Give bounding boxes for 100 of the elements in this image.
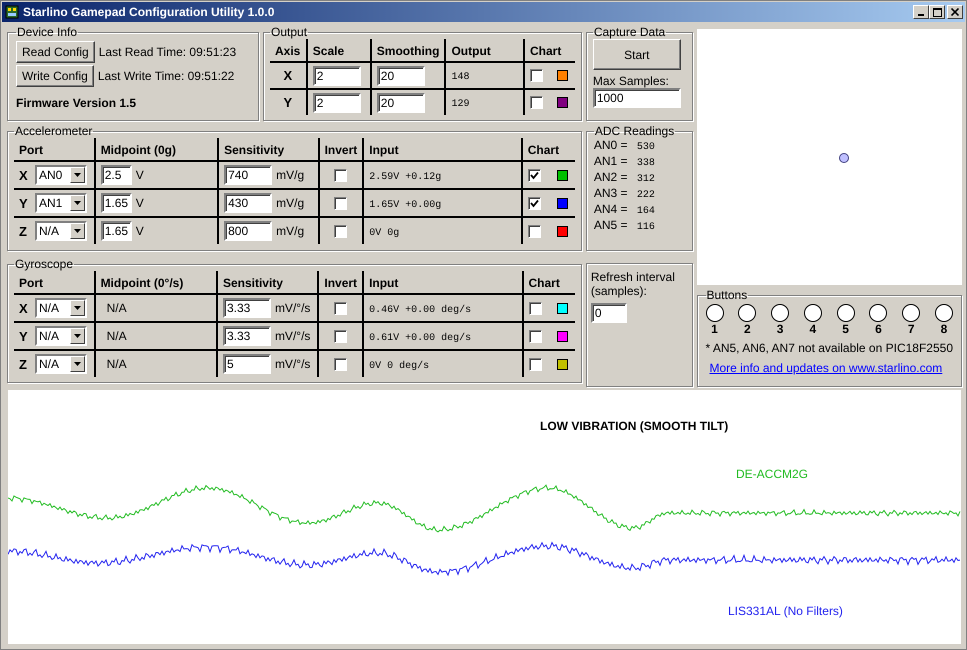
- input-reading: 0V 0 deg/s: [369, 360, 430, 372]
- midpoint-field[interactable]: 1.65: [100, 221, 132, 241]
- chart-checkbox[interactable]: [528, 168, 541, 182]
- axis-label: Y: [284, 95, 292, 110]
- sensitivity-field[interactable]: 740: [224, 165, 272, 185]
- close-icon: [951, 8, 959, 16]
- chart-checkbox[interactable]: [528, 302, 542, 314]
- button-number: 1: [711, 322, 718, 336]
- caret-icon: [74, 173, 81, 177]
- column-header: Chart: [528, 276, 560, 290]
- series-label: LIS331AL (No Filters): [728, 604, 843, 618]
- column-header: Port: [19, 143, 43, 157]
- write-time-label: Last Write Time: 09:51:22: [98, 69, 234, 83]
- midpoint-field[interactable]: 2.5: [100, 165, 132, 185]
- sensitivity-field[interactable]: 430: [224, 193, 272, 213]
- unit-label: V: [136, 224, 144, 238]
- sensitivity-field[interactable]: 5: [222, 354, 271, 374]
- availability-note: * AN5, AN6, AN7 not available on PIC18F2550: [706, 341, 953, 355]
- input-reading: 1.65V +0.00g: [369, 200, 442, 210]
- port-dropdown[interactable]: N/A: [35, 221, 87, 241]
- column-header: Input: [369, 143, 399, 157]
- minimize-button[interactable]: [913, 5, 929, 19]
- smoothing-field[interactable]: 20: [376, 92, 425, 112]
- adc-value: 338: [636, 158, 655, 169]
- chart-checkbox[interactable]: [528, 196, 541, 210]
- adc-value: 312: [636, 174, 655, 185]
- invert-checkbox[interactable]: [334, 197, 348, 210]
- firmware-version: Firmware Version 1.5: [16, 96, 138, 110]
- sensitivity-field[interactable]: 3.33: [222, 298, 271, 318]
- start-button[interactable]: Start: [592, 39, 681, 70]
- sensitivity-field[interactable]: 3.33: [222, 326, 271, 346]
- chart-checkbox[interactable]: [530, 69, 543, 82]
- invert-checkbox[interactable]: [334, 330, 348, 344]
- adc-label: AN3 =: [594, 186, 629, 200]
- adc-value: 164: [636, 206, 655, 217]
- chart-checkbox[interactable]: [528, 224, 541, 238]
- midpoint-label: N/A: [106, 329, 127, 343]
- column-header: Invert: [324, 143, 358, 157]
- output-value: 129: [451, 99, 470, 110]
- series-label: DE-ACCM2G: [736, 467, 808, 481]
- website-link[interactable]: More info and updates on www.starlino.com: [706, 361, 942, 375]
- midpoint-label: N/A: [106, 301, 127, 315]
- read-config-button[interactable]: Read Config: [16, 41, 95, 63]
- unit-label: mV/g: [276, 196, 304, 210]
- refresh-interval-field[interactable]: 0: [590, 303, 627, 323]
- button-number: 5: [842, 322, 849, 336]
- port-dropdown[interactable]: N/A: [35, 354, 87, 374]
- column-header: Invert: [324, 276, 358, 290]
- invert-checkbox[interactable]: [334, 169, 348, 182]
- write-config-button[interactable]: Write Config: [16, 65, 94, 87]
- position-dot: [838, 153, 848, 163]
- column-header: Smoothing: [376, 44, 440, 58]
- midpoint-field[interactable]: 1.65: [100, 193, 132, 213]
- unit-label: mV/°/s: [274, 329, 310, 343]
- button-number: 3: [776, 322, 784, 336]
- maximize-button[interactable]: [929, 5, 945, 19]
- button-number: 8: [940, 322, 948, 336]
- column-header: Midpoint (0°/s): [100, 276, 184, 290]
- adc-label: AN1 =: [594, 154, 629, 168]
- invert-checkbox[interactable]: [334, 302, 348, 316]
- adc-value: 530: [636, 142, 655, 153]
- button-number: 2: [744, 322, 751, 336]
- unit-label: mV/°/s: [274, 357, 310, 371]
- scale-field[interactable]: 2: [312, 66, 361, 86]
- caret-icon: [74, 334, 81, 338]
- column-header: Scale: [312, 44, 344, 58]
- adc-label: AN4 =: [594, 202, 629, 216]
- max-samples-label: Max Samples:: [592, 74, 670, 88]
- chart-checkbox[interactable]: [530, 96, 543, 109]
- caret-icon: [74, 306, 81, 310]
- port-dropdown[interactable]: AN0: [35, 165, 87, 185]
- sensitivity-field[interactable]: 800: [224, 221, 272, 241]
- adc-value: 222: [636, 190, 655, 201]
- smoothing-field[interactable]: 20: [376, 66, 425, 86]
- chart-checkbox[interactable]: [528, 358, 542, 370]
- port-dropdown[interactable]: AN1: [35, 193, 87, 213]
- close-button[interactable]: [947, 5, 963, 19]
- chart-checkbox[interactable]: [528, 330, 542, 342]
- adc-value: 116: [636, 222, 655, 233]
- axis-label: X: [19, 300, 29, 316]
- adc-label: AN2 =: [594, 170, 629, 184]
- group-title: Capture Data: [592, 25, 666, 39]
- group-title: ADC Readings: [594, 124, 676, 138]
- adc-label: AN0 =: [594, 138, 629, 152]
- invert-checkbox[interactable]: [334, 358, 348, 372]
- port-dropdown[interactable]: N/A: [35, 298, 87, 318]
- max-samples-field[interactable]: 1000: [592, 88, 681, 108]
- caret-icon: [74, 362, 81, 366]
- column-header: Input: [369, 276, 398, 290]
- caret-icon: [74, 201, 81, 205]
- column-header: Chart: [530, 44, 562, 58]
- group-title: Output: [270, 25, 308, 39]
- invert-checkbox[interactable]: [334, 225, 348, 238]
- scale-field[interactable]: 2: [312, 92, 361, 112]
- button-number: 6: [875, 322, 882, 336]
- group-title: Gyroscope: [14, 257, 74, 271]
- axis-label: X: [284, 68, 292, 83]
- output-value: 148: [451, 72, 470, 83]
- port-dropdown[interactable]: N/A: [35, 326, 87, 346]
- column-header: Output: [451, 44, 491, 58]
